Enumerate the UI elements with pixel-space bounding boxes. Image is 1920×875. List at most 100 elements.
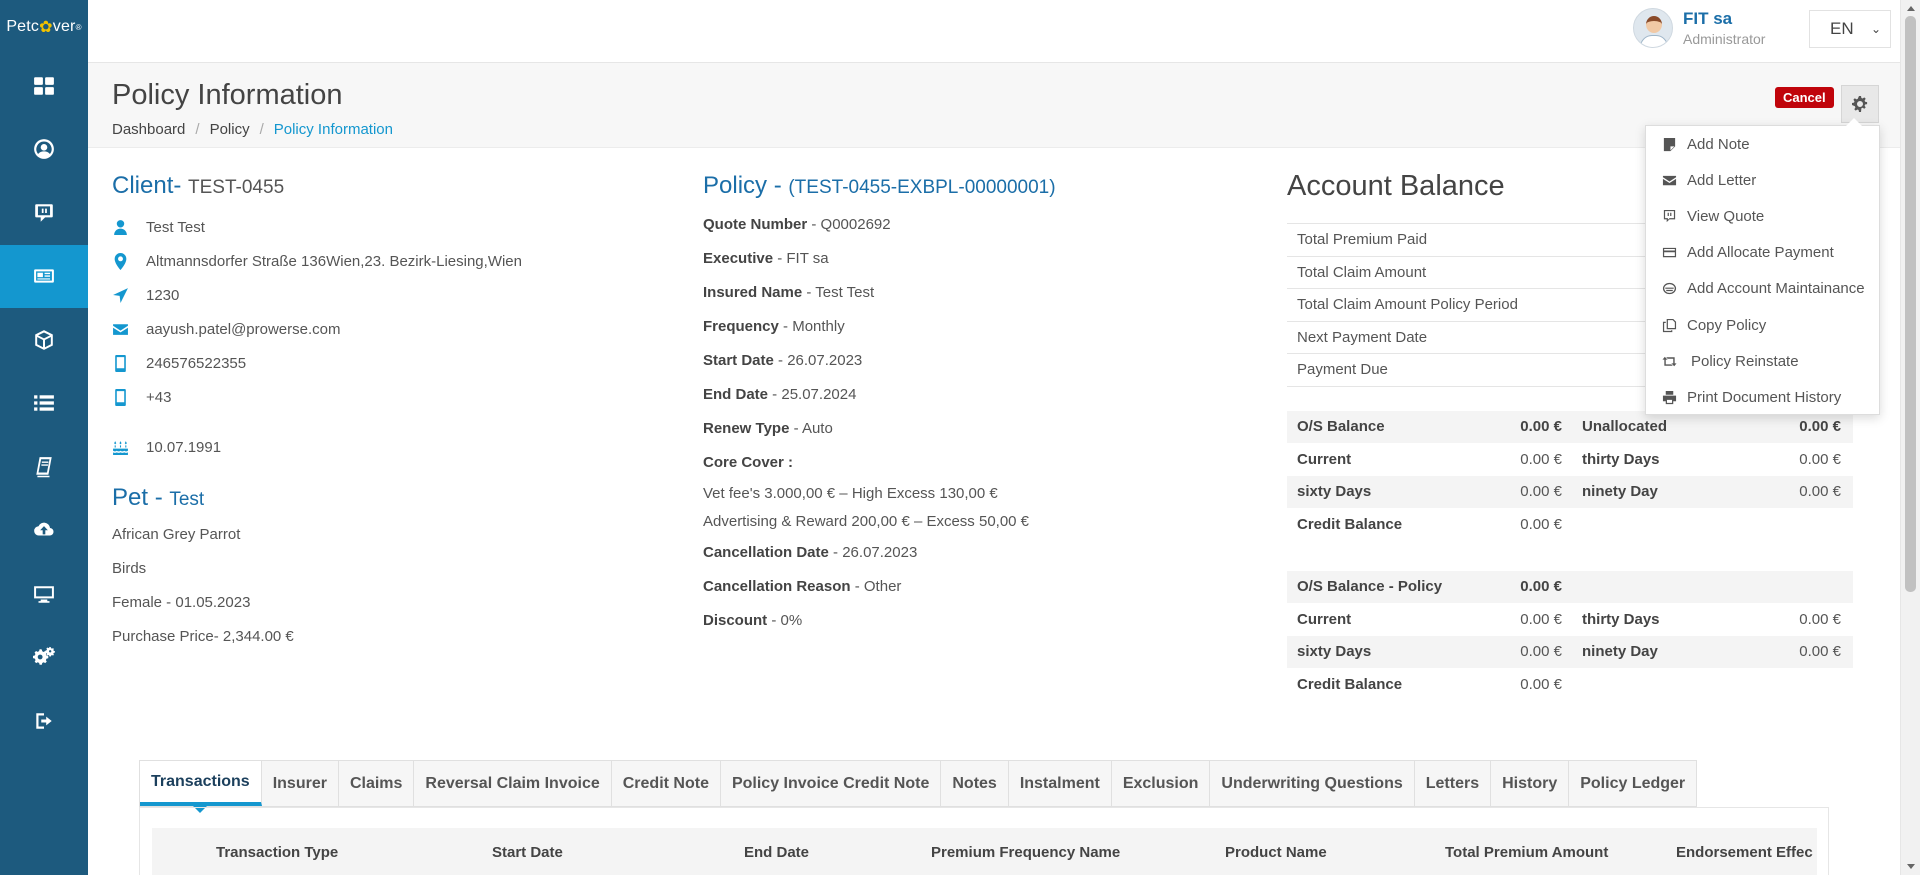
logout-icon bbox=[36, 713, 52, 729]
tab-transactions[interactable]: Transactions bbox=[140, 761, 262, 813]
nav-list[interactable] bbox=[0, 372, 88, 436]
transactions-table-header: Transaction Type Start Date End Date Pre… bbox=[152, 828, 1817, 875]
tab-credit-note[interactable]: Credit Note bbox=[612, 761, 721, 806]
client-name-row: Test Test bbox=[112, 210, 632, 244]
tab-insurer[interactable]: Insurer bbox=[262, 761, 339, 806]
core-cover-label: Core Cover : bbox=[703, 454, 794, 471]
avatar bbox=[1633, 8, 1673, 48]
coins-icon bbox=[1662, 283, 1677, 295]
client-postcode-row: 1230 bbox=[112, 278, 632, 312]
policy-field-insured-name: Insured Name - Test Test bbox=[703, 284, 875, 301]
cloud-upload-icon bbox=[34, 522, 54, 536]
mobile-icon bbox=[115, 388, 126, 406]
menu-add-letter[interactable]: Add Letter bbox=[1646, 162, 1879, 198]
client-phone2-row: +43 bbox=[112, 380, 632, 414]
nav-upload[interactable] bbox=[0, 499, 88, 563]
pet-gender-dob: Female - 01.05.2023 bbox=[112, 594, 251, 611]
chevron-down-icon: ⌄ bbox=[1870, 22, 1881, 36]
tab-policy-invoice-credit-note[interactable]: Policy Invoice Credit Note bbox=[721, 761, 942, 806]
balance-row: Current 0.00 € thirty Days 0.00 € bbox=[1297, 450, 1841, 468]
scroll-thumb[interactable] bbox=[1905, 16, 1916, 592]
tab-notes[interactable]: Notes bbox=[941, 761, 1009, 806]
language-select[interactable]: EN ⌄ bbox=[1809, 10, 1891, 48]
nav-monitor[interactable] bbox=[0, 562, 88, 626]
tab-letters[interactable]: Letters bbox=[1415, 761, 1492, 806]
column-header[interactable]: Premium Frequency Name bbox=[931, 844, 1225, 861]
chat-icon bbox=[35, 203, 53, 222]
client-postcode: 1230 bbox=[146, 286, 180, 304]
menu-copy-policy[interactable]: Copy Policy bbox=[1646, 307, 1879, 343]
menu-policy-reinstate[interactable]: Policy Reinstate bbox=[1646, 343, 1879, 379]
client-email[interactable]: aayush.patel@prowerse.com bbox=[146, 321, 341, 338]
core-cover-line: Advertising & Reward 200,00 € – Excess 5… bbox=[703, 513, 1030, 530]
column-header[interactable]: Endorsement Effec bbox=[1676, 844, 1813, 861]
policy-field-cancellation-reason: Cancellation Reason - Other bbox=[703, 578, 902, 595]
envelope-icon bbox=[113, 323, 128, 335]
box-icon bbox=[35, 329, 53, 350]
menu-add-account-maintainance[interactable]: Add Account Maintainance bbox=[1646, 271, 1879, 307]
nav-policy[interactable] bbox=[0, 244, 88, 308]
client-email-row: aayush.patel@prowerse.com bbox=[112, 312, 632, 346]
quote-icon bbox=[1663, 209, 1676, 223]
menu-view-quote[interactable]: View Quote bbox=[1646, 198, 1879, 234]
nav-messages[interactable] bbox=[0, 181, 88, 245]
column-header[interactable]: Total Premium Amount bbox=[1445, 844, 1676, 861]
tab-history[interactable]: History bbox=[1491, 761, 1570, 806]
breadcrumb-policy[interactable]: Policy bbox=[210, 121, 250, 138]
map-marker-icon bbox=[114, 252, 127, 270]
column-header[interactable]: Start Date bbox=[492, 844, 744, 861]
client-phone-row: 246576522355 bbox=[112, 346, 632, 380]
policy-field-renew-type: Renew Type - Auto bbox=[703, 420, 833, 437]
nav-logout[interactable] bbox=[0, 689, 88, 753]
nav-settings[interactable] bbox=[0, 626, 88, 690]
nav-documents[interactable] bbox=[0, 435, 88, 499]
pet-name: Test bbox=[169, 489, 205, 510]
tab-exclusion[interactable]: Exclusion bbox=[1112, 761, 1211, 806]
breadcrumb: Dashboard / Policy / Policy Information bbox=[112, 121, 393, 138]
client-phone: 246576522355 bbox=[146, 354, 247, 372]
client-dob-row: 10.07.1991 bbox=[112, 430, 632, 464]
menu-add-allocate-payment[interactable]: Add Allocate Payment bbox=[1646, 235, 1879, 271]
balance-row: sixty Days 0.00 € ninety Day 0.00 € bbox=[1287, 635, 1853, 668]
mobile-icon bbox=[115, 354, 126, 372]
menu-add-note[interactable]: Add Note bbox=[1646, 126, 1879, 162]
tab-instalment[interactable]: Instalment bbox=[1009, 761, 1112, 806]
settings-icon bbox=[33, 646, 55, 665]
top-bar: FIT sa Administrator EN ⌄ bbox=[88, 0, 1900, 63]
logo-text: Petc bbox=[6, 18, 40, 35]
book-icon bbox=[36, 456, 52, 477]
nav-clients[interactable] bbox=[0, 118, 88, 182]
policy-heading: Policy - (TEST-0455-EXBPL-00000001) bbox=[703, 172, 1056, 199]
paw-icon: ✿ bbox=[39, 19, 53, 36]
client-address-row: Altmannsdorfer Straße 136Wien,23. Bezirk… bbox=[112, 244, 632, 278]
column-header[interactable]: Transaction Type bbox=[216, 844, 492, 861]
user-circle-icon bbox=[34, 139, 54, 160]
logo-text-suffix: ver bbox=[52, 18, 76, 35]
policy-field-start-date: Start Date - 26.07.2023 bbox=[703, 352, 863, 369]
page-scrollbar[interactable] bbox=[1900, 0, 1920, 875]
policy-section: Policy - (TEST-0455-EXBPL-00000001) Quot… bbox=[703, 172, 1263, 638]
nav-dashboard[interactable] bbox=[0, 54, 88, 118]
page-header: Policy Information Dashboard / Policy / Poli… bbox=[88, 63, 1900, 148]
column-header[interactable]: End Date bbox=[744, 844, 931, 861]
client-phone2: +43 bbox=[146, 388, 172, 406]
breadcrumb-dashboard[interactable]: Dashboard bbox=[112, 121, 185, 138]
tab-policy-ledger[interactable]: Policy Ledger bbox=[1569, 761, 1696, 806]
pet-purchase-price: Purchase Price- 2,344.00 € bbox=[112, 628, 294, 645]
nav-products[interactable] bbox=[0, 308, 88, 372]
scroll-up-arrow[interactable] bbox=[1907, 6, 1915, 11]
gear-icon bbox=[1852, 96, 1868, 112]
balance-row: O/S Balance - Policy 0.00 € bbox=[1287, 570, 1853, 603]
petcover-logo[interactable]: Petc ✿ ver ® bbox=[0, 0, 88, 54]
user-profile[interactable]: FIT sa Administrator bbox=[1633, 8, 1765, 48]
copy-icon bbox=[1662, 318, 1677, 332]
tab-reversal-claim-invoice[interactable]: Reversal Claim Invoice bbox=[414, 761, 612, 806]
balance-row: sixty Days 0.00 € ninety Day 0.00 € bbox=[1287, 475, 1853, 508]
tab-underwriting-questions[interactable]: Underwriting Questions bbox=[1210, 761, 1415, 806]
column-header[interactable]: Product Name bbox=[1225, 844, 1445, 861]
menu-print-document-history[interactable]: Print Document History bbox=[1646, 379, 1879, 415]
page-title: Policy Information bbox=[112, 79, 343, 111]
cancel-button[interactable]: Cancel bbox=[1775, 87, 1834, 108]
tab-claims[interactable]: Claims bbox=[339, 761, 415, 806]
scroll-down-arrow[interactable] bbox=[1907, 864, 1915, 869]
